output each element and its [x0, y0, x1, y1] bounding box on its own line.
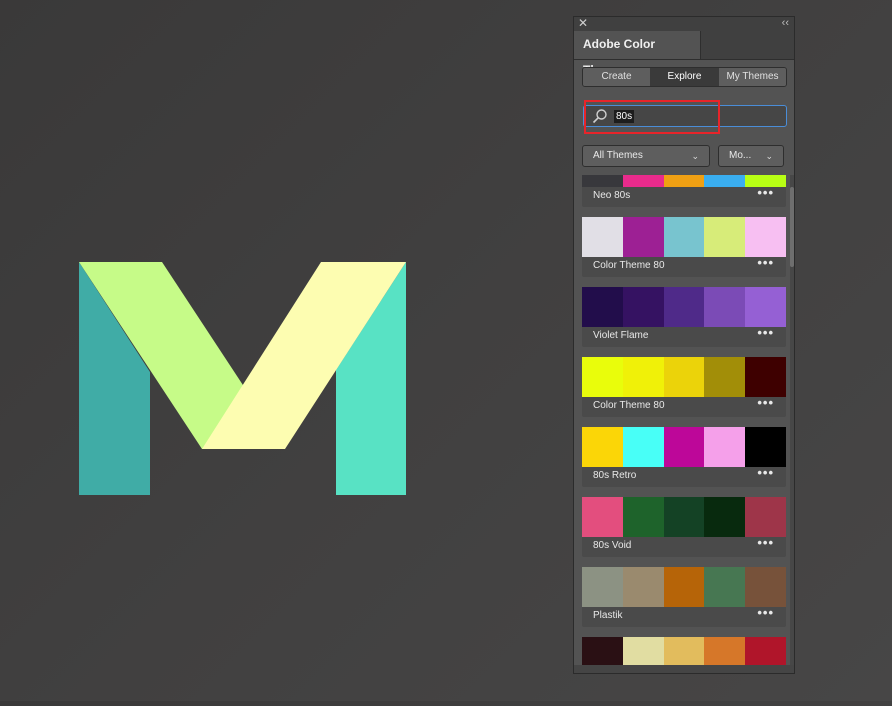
color-swatch[interactable]	[745, 497, 786, 537]
tab-create[interactable]: Create	[583, 68, 651, 86]
tab-my-themes[interactable]: My Themes	[719, 68, 786, 86]
color-swatch[interactable]	[663, 497, 705, 537]
theme-card[interactable]: Neo 80s •••	[582, 175, 786, 207]
more-options-icon[interactable]: •••	[757, 605, 774, 620]
color-swatch[interactable]	[704, 287, 746, 327]
color-swatch[interactable]	[663, 357, 705, 397]
theme-name: 80s Retro	[593, 470, 637, 481]
more-options-icon[interactable]: •••	[757, 185, 774, 200]
panel-topbar: ✕ ‹‹	[574, 16, 794, 31]
color-swatch[interactable]	[582, 637, 623, 665]
color-swatch[interactable]	[622, 217, 664, 257]
color-swatch[interactable]	[745, 427, 786, 467]
color-swatch[interactable]	[582, 497, 623, 537]
color-swatch[interactable]	[704, 567, 746, 607]
theme-swatches[interactable]	[582, 637, 786, 665]
tab-explore[interactable]: Explore	[651, 68, 719, 86]
color-swatch[interactable]	[704, 175, 746, 187]
color-swatch[interactable]	[745, 567, 786, 607]
theme-name: Color Theme 80	[593, 400, 665, 411]
theme-swatches[interactable]	[582, 175, 786, 187]
color-swatch[interactable]	[663, 175, 705, 187]
search-input[interactable]: 80s	[614, 110, 635, 123]
color-swatch[interactable]	[622, 175, 664, 187]
theme-name: 80s Void	[593, 540, 632, 551]
color-swatch[interactable]	[622, 427, 664, 467]
color-swatch[interactable]	[663, 637, 705, 665]
color-swatch[interactable]	[745, 357, 786, 397]
theme-card[interactable]: •••	[582, 637, 786, 665]
panel-tab-strip: Adobe Color Themes	[574, 31, 794, 77]
color-swatch[interactable]	[745, 217, 786, 257]
search-icon	[592, 109, 607, 124]
color-swatch[interactable]	[745, 637, 786, 665]
color-swatch[interactable]	[582, 287, 623, 327]
close-icon[interactable]: ✕	[578, 16, 588, 30]
color-swatch[interactable]	[663, 427, 705, 467]
themes-filter-label: All Themes	[593, 150, 643, 161]
search-field[interactable]: 80s	[583, 105, 787, 127]
color-swatch[interactable]	[622, 287, 664, 327]
theme-list: Neo 80s ••• Color Theme 80 ••• Violet Flame •…	[582, 175, 787, 665]
color-swatch[interactable]	[622, 357, 664, 397]
color-swatch[interactable]	[704, 217, 746, 257]
panel-title-tab[interactable]: Adobe Color Themes	[574, 31, 701, 77]
theme-card[interactable]: 80s Void •••	[582, 497, 786, 557]
logo-m-artwork[interactable]	[0, 0, 560, 701]
theme-swatches[interactable]	[582, 427, 786, 467]
artboard-canvas[interactable]	[0, 0, 560, 701]
themes-filter-dropdown[interactable]: All Themes ⌄	[582, 145, 710, 167]
panel-bottom-bar	[574, 665, 794, 673]
color-swatch[interactable]	[582, 175, 623, 187]
color-swatch[interactable]	[745, 287, 786, 327]
sort-dropdown[interactable]: Mo... ⌄	[718, 145, 784, 167]
color-swatch[interactable]	[582, 567, 623, 607]
color-swatch[interactable]	[663, 567, 705, 607]
color-swatch[interactable]	[582, 217, 623, 257]
adobe-color-themes-panel: ✕ ‹‹ Adobe Color Themes Create Explore M…	[573, 16, 795, 674]
more-options-icon[interactable]: •••	[757, 255, 774, 270]
theme-name: Color Theme 80	[593, 260, 665, 271]
mode-segmented-control: Create Explore My Themes	[582, 67, 787, 87]
color-swatch[interactable]	[663, 217, 705, 257]
more-options-icon[interactable]: •••	[757, 325, 774, 340]
theme-swatches[interactable]	[582, 217, 786, 257]
color-swatch[interactable]	[582, 357, 623, 397]
theme-card[interactable]: Color Theme 80 •••	[582, 357, 786, 417]
theme-name: Neo 80s	[593, 190, 631, 201]
color-swatch[interactable]	[704, 427, 746, 467]
color-swatch[interactable]	[582, 427, 623, 467]
theme-swatches[interactable]	[582, 497, 786, 537]
theme-swatches[interactable]	[582, 567, 786, 607]
theme-card[interactable]: 80s Retro •••	[582, 427, 786, 487]
theme-card[interactable]: Plastik •••	[582, 567, 786, 627]
theme-card[interactable]: Violet Flame •••	[582, 287, 786, 347]
color-swatch[interactable]	[663, 287, 705, 327]
chevron-down-icon: ⌄	[765, 151, 773, 161]
color-swatch[interactable]	[704, 357, 746, 397]
chevron-down-icon: ⌄	[691, 151, 699, 161]
more-options-icon[interactable]: •••	[757, 465, 774, 480]
theme-swatches[interactable]	[582, 287, 786, 327]
theme-name: Plastik	[593, 610, 623, 621]
color-swatch[interactable]	[704, 637, 746, 665]
scrollbar-thumb[interactable]	[790, 187, 794, 267]
color-swatch[interactable]	[704, 497, 746, 537]
more-options-icon[interactable]: •••	[757, 535, 774, 550]
theme-card[interactable]: Color Theme 80 •••	[582, 217, 786, 277]
theme-name: Violet Flame	[593, 330, 649, 341]
collapse-icon[interactable]: ‹‹	[782, 16, 789, 30]
sort-label: Mo...	[729, 150, 752, 161]
color-swatch[interactable]	[622, 567, 664, 607]
theme-swatches[interactable]	[582, 357, 786, 397]
more-options-icon[interactable]: •••	[757, 395, 774, 410]
color-swatch[interactable]	[622, 637, 664, 665]
color-swatch[interactable]	[622, 497, 664, 537]
